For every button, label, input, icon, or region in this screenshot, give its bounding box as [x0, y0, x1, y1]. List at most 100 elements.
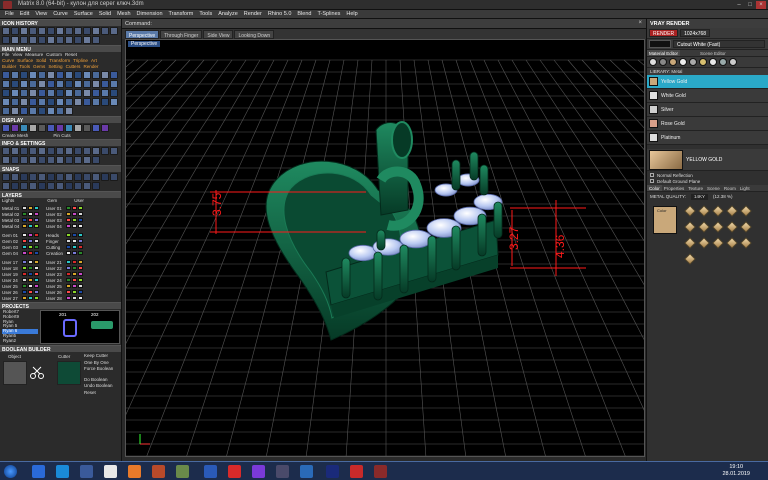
main-icons-tool-icon[interactable] [2, 89, 10, 97]
material-library-label[interactable]: LIBRARY: Metal [647, 68, 768, 75]
minimize-icon[interactable]: – [734, 1, 744, 9]
layer-color-swatch[interactable] [66, 233, 71, 237]
material-row[interactable]: Silver [647, 103, 768, 117]
info-icons-tool-icon[interactable] [29, 147, 37, 155]
layer-color-swatch[interactable] [28, 290, 33, 294]
disp-icons-tool-icon[interactable] [2, 124, 10, 132]
snap-icons-tool-icon[interactable] [92, 173, 100, 181]
layer-color-swatch[interactable] [66, 206, 71, 210]
main-icons-tool-icon[interactable] [74, 71, 82, 79]
main-icons-tool-icon[interactable] [20, 80, 28, 88]
layer-color-swatch[interactable] [22, 266, 27, 270]
project-thumb-ring[interactable] [63, 319, 77, 337]
menu-edit[interactable]: Edit [17, 10, 32, 18]
layer-color-swatch[interactable] [22, 272, 27, 276]
close-icon[interactable]: × [756, 1, 766, 9]
layer-color-swatch[interactable] [22, 290, 27, 294]
layer-color-swatch[interactable] [78, 239, 83, 243]
menu-dimension[interactable]: Dimension [134, 10, 166, 18]
main-icons-tool-icon[interactable] [20, 107, 28, 115]
layer-row[interactable]: User 27 User 28 [2, 295, 119, 301]
layer-color-swatch[interactable] [22, 284, 27, 288]
gold-preset-icon[interactable] [712, 237, 724, 249]
main-icons-tool-icon[interactable] [20, 98, 28, 106]
layer-color-swatch[interactable] [34, 206, 39, 210]
hist-icons-tool-icon[interactable] [65, 27, 73, 35]
info-icons-tool-icon[interactable] [38, 147, 46, 155]
layer-color-swatch[interactable] [34, 284, 39, 288]
layer-name[interactable]: Cutting [46, 245, 65, 250]
dimension-2-label[interactable]: 3.27 [507, 226, 521, 250]
main-icons-tool-icon[interactable] [38, 89, 46, 97]
gold-preset-icon[interactable] [712, 205, 724, 217]
snap-icons-tool-icon[interactable] [11, 173, 19, 181]
layer-color-swatch[interactable] [22, 296, 27, 300]
main-menu-tools[interactable]: Tools [19, 64, 30, 70]
main-icons-tool-icon[interactable] [65, 107, 73, 115]
main-icons-tool-icon[interactable] [38, 71, 46, 79]
material-tool-icon[interactable] [729, 58, 737, 66]
material-row[interactable]: Rose Gold [647, 117, 768, 131]
layer-color-swatch[interactable] [72, 239, 77, 243]
layer-name[interactable]: Heads [46, 233, 65, 238]
layer-color-swatch[interactable] [22, 260, 27, 264]
layer-color-swatch[interactable] [72, 272, 77, 276]
layer-name[interactable]: User 24 [46, 278, 65, 283]
layer-color-swatch[interactable] [34, 251, 39, 255]
tab-side-view[interactable]: Side View [203, 30, 234, 39]
hist-icons-tool-icon[interactable] [47, 27, 55, 35]
layer-name[interactable]: User 17 [2, 260, 21, 265]
display-header[interactable]: DISPLAY [0, 116, 121, 124]
disp-icons-tool-icon[interactable] [101, 124, 109, 132]
hist-icons-tool-icon[interactable] [11, 27, 19, 35]
material-tool-icon[interactable] [649, 58, 657, 66]
gold-preset-icon[interactable] [684, 237, 696, 249]
layer-color-swatch[interactable] [34, 272, 39, 276]
layer-color-swatch[interactable] [22, 239, 27, 243]
main-icons-tool-icon[interactable] [11, 80, 19, 88]
main-icons-tool-icon[interactable] [47, 98, 55, 106]
info-icons-tool-icon[interactable] [56, 147, 64, 155]
layer-color-swatch[interactable] [72, 278, 77, 282]
gold-preset-icon[interactable] [684, 221, 696, 233]
layer-name[interactable]: Gem 03 [2, 245, 21, 250]
snap-icons-tool-icon[interactable] [83, 182, 91, 190]
maximize-icon[interactable]: □ [745, 1, 755, 9]
main-icons-tool-icon[interactable] [65, 98, 73, 106]
main-icons-tool-icon[interactable] [83, 98, 91, 106]
hist-icons-tool-icon[interactable] [65, 36, 73, 44]
main-icons-tool-icon[interactable] [29, 98, 37, 106]
layer-name[interactable]: Gem 04 [2, 251, 21, 256]
layer-color-swatch[interactable] [78, 218, 83, 222]
word-icon[interactable] [204, 465, 217, 478]
material-tool-icon[interactable] [669, 58, 677, 66]
info-icons-tool-icon[interactable] [47, 147, 55, 155]
layer-row[interactable]: Gem 04 Creation [2, 250, 119, 256]
snap-icons-tool-icon[interactable] [29, 173, 37, 181]
layer-name[interactable]: User 02 [46, 212, 65, 217]
material-row[interactable]: Platinum [647, 131, 768, 145]
snap-icons-tool-icon[interactable] [92, 182, 100, 190]
layer-color-swatch[interactable] [78, 251, 83, 255]
layer-color-swatch[interactable] [34, 233, 39, 237]
main-icons-tool-icon[interactable] [38, 98, 46, 106]
hist-icons-tool-icon[interactable] [29, 27, 37, 35]
layer-name[interactable]: User 04 [46, 224, 65, 229]
layer-color-swatch[interactable] [22, 218, 27, 222]
main-icons-tool-icon[interactable] [20, 71, 28, 79]
main-icons-tool-icon[interactable] [110, 98, 118, 106]
hist-icons-tool-icon[interactable] [2, 27, 10, 35]
material-tool-icon[interactable] [659, 58, 667, 66]
layer-name[interactable]: Metal 04 [2, 224, 21, 229]
gold-preset-icon[interactable] [726, 205, 738, 217]
pin-cuts-label[interactable]: Pin Cuts [53, 133, 70, 139]
main-menu-builder[interactable]: Builder [2, 64, 16, 70]
render-preset-select[interactable]: Cutout White (Fast) [673, 40, 765, 48]
hist-icons-tool-icon[interactable] [83, 27, 91, 35]
info-settings-header[interactable]: INFO & SETTINGS [0, 139, 121, 147]
layer-color-swatch[interactable] [66, 212, 71, 216]
disp-icons-tool-icon[interactable] [20, 124, 28, 132]
layer-color-swatch[interactable] [34, 278, 39, 282]
layer-color-swatch[interactable] [78, 260, 83, 264]
material-tab[interactable]: Texture [686, 185, 705, 191]
